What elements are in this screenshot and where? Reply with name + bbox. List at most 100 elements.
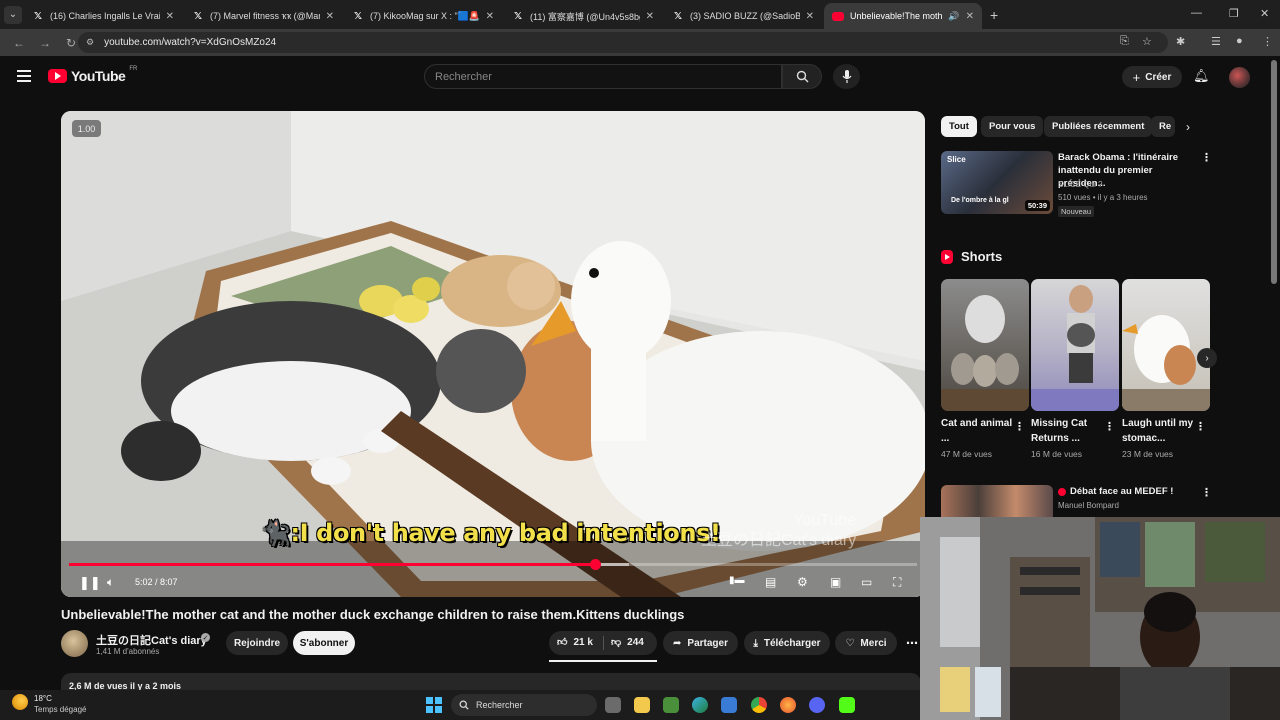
weather-sun-icon[interactable]: [12, 694, 28, 710]
voice-search-button[interactable]: [833, 64, 860, 89]
recommended-video-channel[interactable]: Manuel Bompard: [1058, 501, 1119, 510]
progress-bar[interactable]: [69, 559, 917, 570]
install-app-icon[interactable]: ⎘: [1120, 35, 1129, 48]
settings-gear-icon[interactable]: ⚙: [797, 575, 808, 589]
video-player[interactable]: 1.00 🐈‍⬛:I don't have any bad intentions…: [61, 111, 925, 597]
back-icon[interactable]: ←: [12, 36, 26, 50]
short-options-icon[interactable]: ⋮: [1195, 420, 1206, 433]
discord-icon[interactable]: [809, 697, 825, 713]
browser-tab[interactable]: 𝕏 (7) Marvel fitness ҡҡ (@Marvel_ ✕: [184, 3, 342, 29]
minimize-icon[interactable]: —: [1191, 7, 1202, 19]
short-title[interactable]: Cat and animal ...: [941, 416, 1013, 446]
youtube-logo[interactable]: YouTube FR: [48, 66, 137, 84]
speaker-icon[interactable]: 🔊: [948, 11, 959, 22]
close-tab-icon[interactable]: ✕: [166, 11, 174, 22]
theater-mode-icon[interactable]: ▭: [861, 575, 872, 589]
miniplayer-icon[interactable]: ▣: [830, 575, 841, 589]
chip-all[interactable]: Tout: [941, 116, 977, 137]
edge-browser-icon[interactable]: [692, 697, 708, 713]
search-placeholder: Rechercher: [435, 70, 492, 83]
share-button[interactable]: ➦ Partager: [663, 631, 738, 655]
recommended-video-channel[interactable]: SLICE Qui ?: [1058, 180, 1102, 189]
menu-icon[interactable]: [17, 70, 31, 82]
browser-tab-active[interactable]: Unbelievable!The mother ca 🔊 ✕: [824, 3, 982, 29]
progress-fill: [69, 563, 595, 566]
x-logo-icon: 𝕏: [513, 10, 523, 22]
video-options-icon[interactable]: ⋮: [1201, 486, 1212, 499]
chip-partial[interactable]: Re: [1151, 116, 1175, 137]
account-avatar[interactable]: [1229, 67, 1250, 88]
windows-start-icon[interactable]: [426, 697, 442, 713]
close-tab-icon[interactable]: ✕: [486, 11, 494, 22]
channel-name[interactable]: 土豆の日記Cat's diary: [96, 632, 207, 648]
site-info-icon[interactable]: ⚙: [86, 37, 94, 48]
url-field[interactable]: ⚙ youtube.com/watch?v=XdGnOsMZo24: [78, 32, 1168, 53]
recommended-video-thumbnail[interactable]: Slice De l'ombre à la gl 50:39: [941, 151, 1053, 214]
firefox-icon[interactable]: [780, 697, 796, 713]
subtitles-icon[interactable]: ▤: [765, 575, 776, 589]
volume-icon[interactable]: 🔈︎: [107, 575, 114, 590]
short-options-icon[interactable]: ⋮: [1104, 420, 1115, 433]
thanks-button[interactable]: ♡ Merci: [835, 631, 897, 655]
browser-tab[interactable]: 𝕏 (3) SADIO BUZZ (@SadioBuzz) ✕: [664, 3, 822, 29]
taskbar-search[interactable]: Rechercher: [451, 694, 597, 716]
bookmark-star-icon[interactable]: ☆: [1142, 35, 1152, 48]
search-input[interactable]: Rechercher: [424, 64, 782, 89]
close-window-icon[interactable]: ✕: [1260, 7, 1269, 20]
close-tab-icon[interactable]: ✕: [646, 11, 654, 22]
join-button[interactable]: Rejoindre: [226, 631, 288, 655]
short-thumbnail[interactable]: [941, 279, 1029, 411]
chevron-right-icon[interactable]: ›: [1186, 120, 1190, 134]
shorts-next-button[interactable]: ›: [1197, 348, 1217, 368]
subscribe-button[interactable]: S'abonner: [293, 631, 355, 655]
like-button[interactable]: 👍︎ 21 k: [557, 636, 593, 649]
autoplay-toggle-icon[interactable]: ▮▬: [729, 575, 745, 586]
short-title[interactable]: Laugh until my stomac...: [1122, 416, 1194, 446]
close-tab-icon[interactable]: ✕: [326, 11, 334, 22]
nvidia-app-icon[interactable]: [663, 697, 679, 713]
short-options-icon[interactable]: ⋮: [1014, 420, 1025, 433]
search-icon: [459, 700, 469, 710]
browser-tab[interactable]: 𝕏 (7) KikooMag sur X : "🟦🚨 | L ✕: [344, 3, 502, 29]
search-button[interactable]: [782, 64, 822, 89]
browser-tab[interactable]: 𝕏 (11) 富察嘉博 (@Un4v5s8bgsVi ✕: [504, 3, 662, 29]
browser-tab[interactable]: 𝕏 (16) Charlies Ingalls Le Vrai 🇫🇷 ¶ ✕: [24, 3, 182, 29]
more-actions-icon[interactable]: ⋯: [906, 636, 918, 650]
task-view-icon[interactable]: [605, 697, 621, 713]
channel-avatar[interactable]: [61, 630, 88, 657]
new-badge: Nouveau: [1058, 206, 1095, 217]
forward-icon[interactable]: →: [38, 36, 52, 50]
browser-menu-icon[interactable]: ⋮: [1262, 35, 1273, 48]
short-thumbnail[interactable]: [1031, 279, 1119, 411]
weather-temperature[interactable]: 18°C: [34, 694, 52, 703]
pause-icon[interactable]: ❚❚: [79, 575, 101, 591]
weather-description[interactable]: Temps dégagé: [34, 705, 86, 714]
reading-list-icon[interactable]: ☰: [1211, 35, 1221, 48]
file-explorer-icon[interactable]: [634, 697, 650, 713]
close-tab-icon[interactable]: ✕: [966, 11, 974, 22]
maximize-icon[interactable]: ❐: [1229, 7, 1239, 20]
video-options-icon[interactable]: ⋮: [1201, 151, 1212, 164]
fullscreen-icon[interactable]: ⛶: [893, 575, 901, 590]
chip-for-you[interactable]: Pour vous: [981, 116, 1044, 137]
taskbar-search-label: Rechercher: [476, 700, 523, 710]
create-button[interactable]: + Créer: [1122, 66, 1182, 88]
dislike-button[interactable]: 👎︎ 244: [611, 636, 644, 649]
reload-icon[interactable]: ↻: [64, 36, 78, 50]
short-title[interactable]: Missing Cat Returns ...: [1031, 416, 1103, 446]
chip-recent[interactable]: Publiées récemment: [1044, 116, 1153, 137]
extensions-icon[interactable]: ✱: [1176, 35, 1185, 48]
share-label: Partager: [687, 637, 728, 649]
profile-icon[interactable]: ●: [1236, 35, 1243, 47]
download-button[interactable]: ⤓ Télécharger: [744, 631, 830, 655]
chrome-icon[interactable]: [751, 697, 767, 713]
close-tab-icon[interactable]: ✕: [806, 11, 814, 22]
notifications-bell-icon[interactable]: 🔔︎: [1193, 68, 1210, 84]
recommended-video-title[interactable]: Débat face au MEDEF !: [1058, 486, 1173, 497]
new-tab-icon[interactable]: +: [990, 7, 998, 23]
page-scrollbar[interactable]: [1271, 60, 1277, 284]
microsoft-store-icon[interactable]: [721, 697, 737, 713]
kick-app-icon[interactable]: [839, 697, 855, 713]
tab-search-dropdown[interactable]: ⌄: [4, 5, 22, 24]
short-thumbnail[interactable]: [1122, 279, 1210, 411]
